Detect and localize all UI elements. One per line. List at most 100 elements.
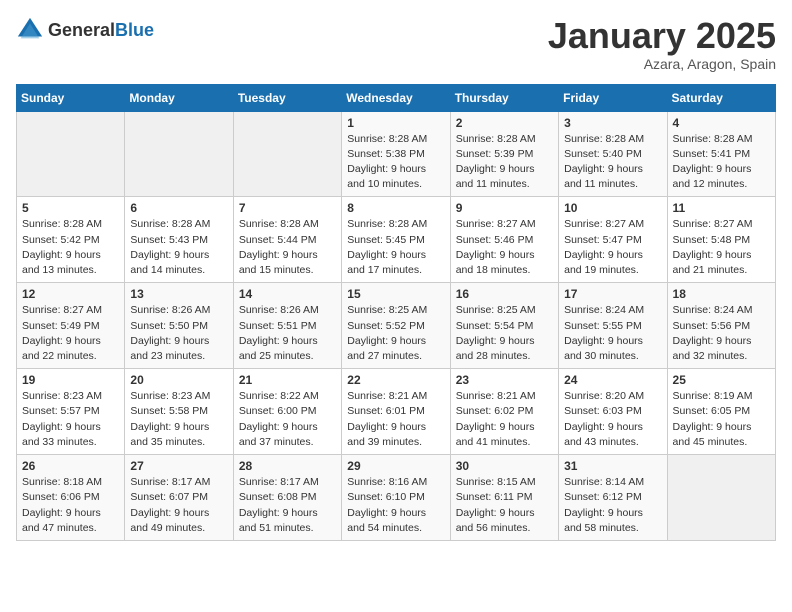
day-cell: 11 Sunrise: 8:27 AM Sunset: 5:48 PM Dayli… bbox=[667, 197, 775, 283]
day-cell: 5 Sunrise: 8:28 AM Sunset: 5:42 PM Daylig… bbox=[17, 197, 125, 283]
day-info: Sunrise: 8:21 AM Sunset: 6:01 PM Dayligh… bbox=[347, 389, 444, 450]
day-number: 13 bbox=[130, 287, 227, 301]
day-cell: 20 Sunrise: 8:23 AM Sunset: 5:58 PM Dayli… bbox=[125, 369, 233, 455]
week-row-3: 12 Sunrise: 8:27 AM Sunset: 5:49 PM Dayli… bbox=[17, 283, 776, 369]
day-info: Sunrise: 8:28 AM Sunset: 5:38 PM Dayligh… bbox=[347, 132, 444, 193]
weekday-monday: Monday bbox=[125, 84, 233, 111]
day-cell: 2 Sunrise: 8:28 AM Sunset: 5:39 PM Daylig… bbox=[450, 111, 558, 197]
day-info: Sunrise: 8:27 AM Sunset: 5:48 PM Dayligh… bbox=[673, 217, 770, 278]
day-info: Sunrise: 8:28 AM Sunset: 5:44 PM Dayligh… bbox=[239, 217, 336, 278]
day-number: 18 bbox=[673, 287, 770, 301]
day-cell bbox=[667, 455, 775, 541]
day-number: 31 bbox=[564, 459, 661, 473]
day-cell: 6 Sunrise: 8:28 AM Sunset: 5:43 PM Daylig… bbox=[125, 197, 233, 283]
weekday-saturday: Saturday bbox=[667, 84, 775, 111]
day-cell: 9 Sunrise: 8:27 AM Sunset: 5:46 PM Daylig… bbox=[450, 197, 558, 283]
day-number: 11 bbox=[673, 201, 770, 215]
day-info: Sunrise: 8:17 AM Sunset: 6:08 PM Dayligh… bbox=[239, 475, 336, 536]
day-cell: 24 Sunrise: 8:20 AM Sunset: 6:03 PM Dayli… bbox=[559, 369, 667, 455]
week-row-2: 5 Sunrise: 8:28 AM Sunset: 5:42 PM Daylig… bbox=[17, 197, 776, 283]
day-info: Sunrise: 8:24 AM Sunset: 5:56 PM Dayligh… bbox=[673, 303, 770, 364]
day-info: Sunrise: 8:16 AM Sunset: 6:10 PM Dayligh… bbox=[347, 475, 444, 536]
day-number: 5 bbox=[22, 201, 119, 215]
day-info: Sunrise: 8:20 AM Sunset: 6:03 PM Dayligh… bbox=[564, 389, 661, 450]
day-number: 24 bbox=[564, 373, 661, 387]
day-cell: 19Sunrise: 8:23 AM Sunset: 5:57 PM Dayli… bbox=[17, 369, 125, 455]
day-info: Sunrise: 8:26 AM Sunset: 5:51 PM Dayligh… bbox=[239, 303, 336, 364]
weekday-sunday: Sunday bbox=[17, 84, 125, 111]
day-cell: 16Sunrise: 8:25 AM Sunset: 5:54 PM Dayli… bbox=[450, 283, 558, 369]
day-info: Sunrise: 8:22 AM Sunset: 6:00 PM Dayligh… bbox=[239, 389, 336, 450]
day-info: Sunrise: 8:27 AM Sunset: 5:46 PM Dayligh… bbox=[456, 217, 553, 278]
day-cell: 7Sunrise: 8:28 AM Sunset: 5:44 PM Daylig… bbox=[233, 197, 341, 283]
day-number: 17 bbox=[564, 287, 661, 301]
day-cell: 17 Sunrise: 8:24 AM Sunset: 5:55 PM Dayli… bbox=[559, 283, 667, 369]
week-row-1: 1 Sunrise: 8:28 AM Sunset: 5:38 PM Daylig… bbox=[17, 111, 776, 197]
day-info: Sunrise: 8:14 AM Sunset: 6:12 PM Dayligh… bbox=[564, 475, 661, 536]
day-number: 22 bbox=[347, 373, 444, 387]
day-cell: 27 Sunrise: 8:17 AM Sunset: 6:07 PM Dayli… bbox=[125, 455, 233, 541]
day-cell bbox=[233, 111, 341, 197]
day-cell: 30 Sunrise: 8:15 AM Sunset: 6:11 PM Dayli… bbox=[450, 455, 558, 541]
day-info: Sunrise: 8:26 AM Sunset: 5:50 PM Dayligh… bbox=[130, 303, 227, 364]
page-header: GeneralBlue January 2025 Azara, Aragon, … bbox=[16, 16, 776, 72]
day-info: Sunrise: 8:28 AM Sunset: 5:40 PM Dayligh… bbox=[564, 132, 661, 193]
day-cell: 26Sunrise: 8:18 AM Sunset: 6:06 PM Dayli… bbox=[17, 455, 125, 541]
day-cell: 4 Sunrise: 8:28 AM Sunset: 5:41 PM Daylig… bbox=[667, 111, 775, 197]
day-cell: 14 Sunrise: 8:26 AM Sunset: 5:51 PM Dayli… bbox=[233, 283, 341, 369]
day-info: Sunrise: 8:25 AM Sunset: 5:52 PM Dayligh… bbox=[347, 303, 444, 364]
day-info: Sunrise: 8:28 AM Sunset: 5:39 PM Dayligh… bbox=[456, 132, 553, 193]
day-number: 30 bbox=[456, 459, 553, 473]
day-number: 28 bbox=[239, 459, 336, 473]
logo-blue: Blue bbox=[115, 20, 154, 40]
day-number: 9 bbox=[456, 201, 553, 215]
day-number: 6 bbox=[130, 201, 227, 215]
weekday-friday: Friday bbox=[559, 84, 667, 111]
day-number: 12 bbox=[22, 287, 119, 301]
weekday-thursday: Thursday bbox=[450, 84, 558, 111]
day-cell: 18 Sunrise: 8:24 AM Sunset: 5:56 PM Dayli… bbox=[667, 283, 775, 369]
calendar-table: SundayMondayTuesdayWednesdayThursdayFrid… bbox=[16, 84, 776, 541]
day-number: 2 bbox=[456, 116, 553, 130]
weekday-wednesday: Wednesday bbox=[342, 84, 450, 111]
day-number: 3 bbox=[564, 116, 661, 130]
calendar-body: 1 Sunrise: 8:28 AM Sunset: 5:38 PM Daylig… bbox=[17, 111, 776, 540]
day-number: 23 bbox=[456, 373, 553, 387]
day-number: 19 bbox=[22, 373, 119, 387]
day-cell: 31 Sunrise: 8:14 AM Sunset: 6:12 PM Dayli… bbox=[559, 455, 667, 541]
day-info: Sunrise: 8:28 AM Sunset: 5:42 PM Dayligh… bbox=[22, 217, 119, 278]
day-info: Sunrise: 8:28 AM Sunset: 5:45 PM Dayligh… bbox=[347, 217, 444, 278]
day-cell: 22 Sunrise: 8:21 AM Sunset: 6:01 PM Dayli… bbox=[342, 369, 450, 455]
day-cell: 1 Sunrise: 8:28 AM Sunset: 5:38 PM Daylig… bbox=[342, 111, 450, 197]
day-info: Sunrise: 8:27 AM Sunset: 5:49 PM Dayligh… bbox=[22, 303, 119, 364]
day-info: Sunrise: 8:28 AM Sunset: 5:43 PM Dayligh… bbox=[130, 217, 227, 278]
location: Azara, Aragon, Spain bbox=[548, 56, 776, 72]
day-cell: 29Sunrise: 8:16 AM Sunset: 6:10 PM Dayli… bbox=[342, 455, 450, 541]
day-number: 14 bbox=[239, 287, 336, 301]
day-cell: 25Sunrise: 8:19 AM Sunset: 6:05 PM Dayli… bbox=[667, 369, 775, 455]
day-cell: 23Sunrise: 8:21 AM Sunset: 6:02 PM Dayli… bbox=[450, 369, 558, 455]
day-info: Sunrise: 8:24 AM Sunset: 5:55 PM Dayligh… bbox=[564, 303, 661, 364]
day-cell: 21 Sunrise: 8:22 AM Sunset: 6:00 PM Dayli… bbox=[233, 369, 341, 455]
day-info: Sunrise: 8:17 AM Sunset: 6:07 PM Dayligh… bbox=[130, 475, 227, 536]
logo: GeneralBlue bbox=[16, 16, 154, 44]
day-number: 27 bbox=[130, 459, 227, 473]
day-cell: 28 Sunrise: 8:17 AM Sunset: 6:08 PM Dayli… bbox=[233, 455, 341, 541]
day-number: 25 bbox=[673, 373, 770, 387]
day-number: 20 bbox=[130, 373, 227, 387]
day-info: Sunrise: 8:23 AM Sunset: 5:58 PM Dayligh… bbox=[130, 389, 227, 450]
day-number: 8 bbox=[347, 201, 444, 215]
month-title: January 2025 bbox=[548, 16, 776, 56]
day-number: 21 bbox=[239, 373, 336, 387]
day-cell bbox=[125, 111, 233, 197]
day-number: 4 bbox=[673, 116, 770, 130]
day-cell bbox=[17, 111, 125, 197]
day-number: 1 bbox=[347, 116, 444, 130]
weekday-header-row: SundayMondayTuesdayWednesdayThursdayFrid… bbox=[17, 84, 776, 111]
day-cell: 12 Sunrise: 8:27 AM Sunset: 5:49 PM Dayli… bbox=[17, 283, 125, 369]
title-block: January 2025 Azara, Aragon, Spain bbox=[548, 16, 776, 72]
day-info: Sunrise: 8:15 AM Sunset: 6:11 PM Dayligh… bbox=[456, 475, 553, 536]
day-info: Sunrise: 8:28 AM Sunset: 5:41 PM Dayligh… bbox=[673, 132, 770, 193]
day-number: 16 bbox=[456, 287, 553, 301]
day-number: 10 bbox=[564, 201, 661, 215]
